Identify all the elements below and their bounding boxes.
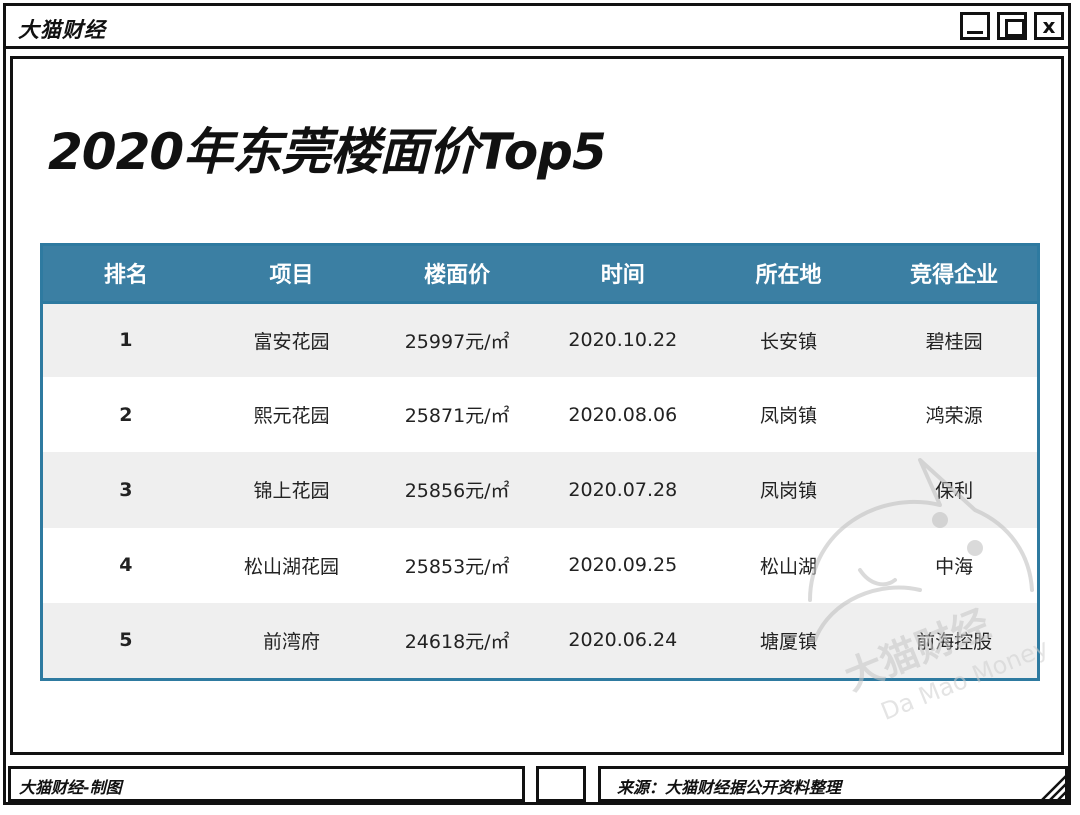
cell-price: 25853元/㎡ xyxy=(404,555,510,578)
cell-price: 25871元/㎡ xyxy=(404,405,510,428)
cell-rank: 2 xyxy=(119,403,133,426)
close-button[interactable]: x xyxy=(1034,12,1064,40)
minimize-button[interactable] xyxy=(960,12,990,40)
table-row: 5 前湾府 24618元/㎡ 2020.06.24 塘厦镇 前海控股 xyxy=(43,602,1037,678)
cell-company: 鸿荣源 xyxy=(925,405,983,428)
table-row: 3 锦上花园 25856元/㎡ 2020.07.28 凤岗镇 保利 xyxy=(43,452,1037,528)
cell-price: 24618元/㎡ xyxy=(404,630,510,653)
footer-spacer xyxy=(536,766,586,802)
cell-location: 松山湖 xyxy=(759,555,817,578)
footer-credit-text: 大猫财经-制图 xyxy=(19,778,122,797)
cell-date: 2020.08.06 xyxy=(568,403,678,426)
cell-date: 2020.06.24 xyxy=(568,629,678,652)
cell-rank: 4 xyxy=(119,554,133,577)
table-row: 1 富安花园 25997元/㎡ 2020.10.22 长安镇 碧桂园 xyxy=(43,302,1037,378)
cell-rank: 3 xyxy=(119,478,133,501)
header-project: 项目 xyxy=(208,246,375,304)
cell-location: 长安镇 xyxy=(759,330,817,353)
title-bar: 大猫财经 xyxy=(3,3,1071,49)
table-row: 2 熙元花园 25871元/㎡ 2020.08.06 凤岗镇 鸿荣源 xyxy=(43,377,1037,453)
cell-date: 2020.09.25 xyxy=(568,554,678,577)
maximize-button[interactable] xyxy=(997,12,1027,40)
cell-project: 熙元花园 xyxy=(253,405,330,428)
cell-location: 凤岗镇 xyxy=(759,405,817,428)
price-table: 排名 项目 楼面价 时间 所在地 竞得企业 1 富安花园 25997元/㎡ 20… xyxy=(40,243,1040,681)
cell-company: 中海 xyxy=(935,555,974,578)
cell-date: 2020.10.22 xyxy=(568,329,678,352)
cell-price: 25856元/㎡ xyxy=(404,480,510,503)
cell-company: 前海控股 xyxy=(916,630,993,653)
cell-price: 25997元/㎡ xyxy=(404,330,510,353)
header-location: 所在地 xyxy=(705,246,872,304)
header-date: 时间 xyxy=(539,246,706,304)
cell-company: 碧桂园 xyxy=(925,330,983,353)
header-price: 楼面价 xyxy=(374,246,540,304)
cell-rank: 5 xyxy=(119,629,133,652)
footer-source: 来源：大猫财经据公开资料整理 xyxy=(598,766,1068,802)
resize-grip-icon[interactable] xyxy=(1039,773,1065,799)
close-icon: x xyxy=(1042,14,1056,38)
cell-location: 凤岗镇 xyxy=(759,480,817,503)
table-header-row: 排名 项目 楼面价 时间 所在地 竞得企业 xyxy=(43,246,1037,304)
cell-project: 锦上花园 xyxy=(253,480,330,503)
table-row: 4 松山湖花园 25853元/㎡ 2020.09.25 松山湖 中海 xyxy=(43,527,1037,603)
header-rank: 排名 xyxy=(43,246,209,304)
cell-date: 2020.07.28 xyxy=(568,478,678,501)
page-title: 2020年东莞楼面价Top5 xyxy=(48,123,607,181)
app-title: 大猫财经 xyxy=(18,18,106,42)
header-company: 竞得企业 xyxy=(871,246,1037,304)
cell-project: 松山湖花园 xyxy=(243,555,339,578)
cell-location: 塘厦镇 xyxy=(759,630,817,653)
footer-source-text: 来源：大猫财经据公开资料整理 xyxy=(617,778,842,797)
cell-company: 保利 xyxy=(935,480,974,503)
cell-project: 富安花园 xyxy=(253,330,330,353)
cell-project: 前湾府 xyxy=(262,630,320,653)
footer-credit: 大猫财经-制图 xyxy=(8,766,525,802)
cell-rank: 1 xyxy=(119,329,133,352)
